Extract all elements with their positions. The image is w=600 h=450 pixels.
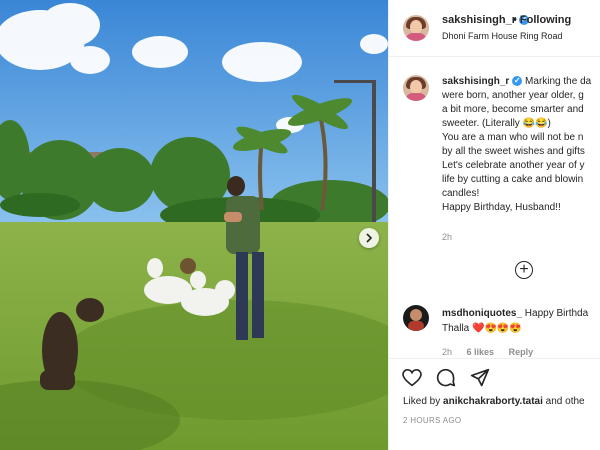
- paper-plane-icon[interactable]: [469, 367, 491, 389]
- comment-meta: 2h 6 likes Reply: [442, 347, 545, 357]
- post-header: sakshisingh_r ✓ • Following Dhoni Farm Ho…: [389, 0, 600, 57]
- comment-item: msdhoniquotes_ Happy Birthda Thalla ❤️😍😍…: [442, 306, 600, 336]
- post-photo-image: [0, 0, 388, 450]
- author-avatar[interactable]: [403, 15, 429, 41]
- caption-line: candles!: [442, 188, 480, 199]
- post-date[interactable]: 2 HOURS AGO: [403, 416, 461, 425]
- post-details-panel: sakshisingh_r ✓ • Following Dhoni Farm Ho…: [388, 0, 600, 450]
- caption-line: Let's celebrate another year of y: [442, 160, 585, 171]
- comment-timestamp[interactable]: 2h: [442, 347, 452, 357]
- caption-timestamp[interactable]: 2h: [442, 232, 452, 242]
- caption-line: life by cutting a cake and blowin: [442, 174, 584, 185]
- caption-avatar[interactable]: [403, 75, 429, 101]
- caption-username[interactable]: sakshisingh_r ✓: [442, 76, 523, 87]
- next-photo-button[interactable]: [359, 228, 379, 248]
- liked-by: Liked by anikchakraborty.tatai and othe: [403, 396, 585, 407]
- caption-line: by all the sweet wishes and gifts: [442, 146, 585, 157]
- post-caption: sakshisingh_r ✓ Marking the da were born,…: [442, 75, 600, 215]
- caption-line: You are a man who will not be n: [442, 132, 584, 143]
- comment-reply-button[interactable]: Reply: [509, 347, 534, 357]
- liked-by-user[interactable]: anikchakraborty.tatai: [443, 396, 543, 407]
- caption-line: Happy Birthday, Husband!!: [442, 202, 561, 213]
- post-location[interactable]: Dhoni Farm House Ring Road: [442, 31, 563, 41]
- heart-icon[interactable]: [401, 367, 423, 389]
- caption-line: Marking the da: [525, 76, 592, 87]
- comment-text-line: Happy Birthda: [524, 308, 589, 319]
- post-photo[interactable]: [0, 0, 388, 450]
- divider: [389, 358, 600, 359]
- commenter-username[interactable]: msdhoniquotes_: [442, 308, 522, 319]
- caption-line: were born, another year older, g: [442, 90, 584, 101]
- comment-text-line: Thalla ❤️😍😍😍: [442, 323, 522, 334]
- commenter-avatar[interactable]: [403, 305, 429, 331]
- post-actions: [401, 367, 491, 389]
- caption-line: sweeter. (Literally 😂😂): [442, 118, 551, 129]
- following-status[interactable]: • Following: [513, 14, 571, 26]
- comment-icon[interactable]: [435, 367, 457, 389]
- caption-line: a bit more, become smarter and: [442, 104, 584, 115]
- plus-circle-icon[interactable]: +: [515, 261, 533, 279]
- verified-badge-icon: ✓: [512, 76, 523, 87]
- comment-likes[interactable]: 6 likes: [467, 347, 495, 357]
- chevron-right-icon: [366, 233, 373, 243]
